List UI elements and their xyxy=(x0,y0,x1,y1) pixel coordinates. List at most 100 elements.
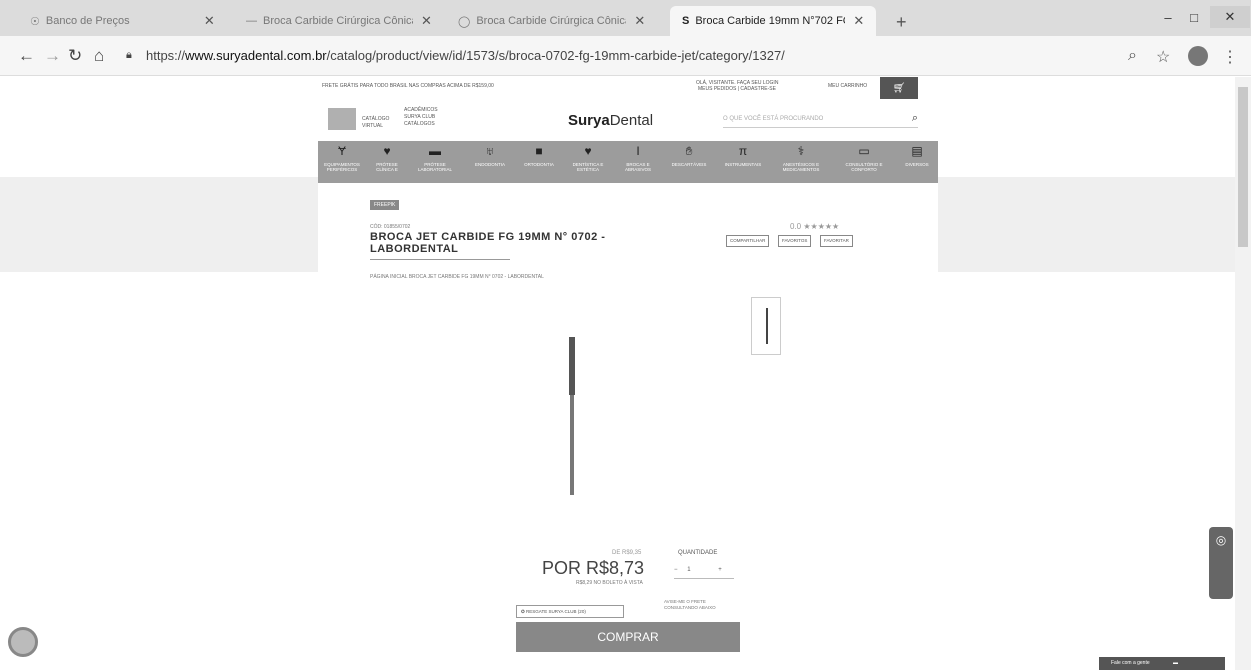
surya-club-button[interactable]: ✪ RESGATE SURYA CLUB (20) xyxy=(516,605,624,618)
tab-title: Broca Carbide Cirúrgica Cônica xyxy=(263,15,413,27)
menu-item-protese-clinica[interactable]: ♥ PRÓTESE CLÍNICA E xyxy=(370,145,404,181)
close-icon[interactable]: ✕ xyxy=(853,13,864,29)
search-icon[interactable]: ⌕ xyxy=(912,112,918,125)
menu-item-label: ANESTÉSICOS E MEDICAMENTOS xyxy=(782,162,820,172)
menu-item-instrumentais[interactable]: π INSTRUMENTAIS xyxy=(718,145,768,181)
menu-item-endodontia[interactable]: ♅ ENDODONTIA xyxy=(468,145,512,181)
chat-label: Fale com a gente xyxy=(1111,660,1150,666)
url-field[interactable]: https://www.suryadental.com.br/catalog/p… xyxy=(146,48,785,63)
menu-item-protese-laboratorial[interactable]: ▬ PRÓTESE LABORATORIAL xyxy=(410,145,460,181)
product-title: BROCA JET CARBIDE FG 19MM N° 0702 - LABO… xyxy=(370,231,606,255)
zoom-icon[interactable]: ⌕ xyxy=(1128,47,1137,65)
tab-broca-carbide-active[interactable]: S Broca Carbide 19mm N°702 FG ✕ xyxy=(670,6,877,36)
catalogs-link[interactable]: CATÁLOGOS xyxy=(404,121,435,127)
share-button[interactable]: COMPARTILHAR xyxy=(726,235,770,247)
menu-item-diversos[interactable]: ▤ DIVERSOS xyxy=(898,145,936,181)
chat-widget[interactable]: Fale com a gente ▬ xyxy=(1099,657,1225,670)
product-thumbnail[interactable] xyxy=(751,297,781,355)
site-logo[interactable]: SuryaDental xyxy=(568,112,653,129)
back-icon[interactable]: ← xyxy=(18,46,35,66)
close-icon[interactable]: ✕ xyxy=(421,13,432,29)
menu-item-equipamentos[interactable]: Ɏ EQUIPAMENTOS PERIFÉRICOS xyxy=(320,145,364,181)
buy-button[interactable]: COMPRAR xyxy=(516,622,740,652)
cart-icon: 🛒︎ xyxy=(892,82,906,94)
rating-label: 0.0 xyxy=(790,222,802,231)
menu-item-label: PRÓTESE LABORATORIAL xyxy=(417,162,453,172)
menu-item-descartaveis[interactable]: ✋︎ DESCARTÁVEIS xyxy=(666,145,712,181)
minimize-button[interactable]: ‒ xyxy=(1158,6,1178,28)
scrollbar-thumb[interactable] xyxy=(1238,87,1248,247)
catalog-label[interactable]: CATÁLOGO VIRTUAL xyxy=(362,116,389,130)
menu-item-label: EQUIPAMENTOS PERIFÉRICOS xyxy=(324,162,360,172)
catalog-thumbnail[interactable] xyxy=(328,108,356,130)
browser-tab-strip: ☉ Banco de Preços ✕ — Broca Carbide Cirú… xyxy=(0,0,1251,36)
syringe-icon: ⚕ xyxy=(797,144,805,158)
braces-icon: ■ xyxy=(535,144,543,158)
quantity-value: 1 xyxy=(687,567,691,573)
page-scrollbar[interactable] xyxy=(1235,77,1251,670)
plus-icon[interactable]: + xyxy=(718,567,722,573)
wishlist-button[interactable]: FAVORITOS xyxy=(778,235,812,247)
minus-icon[interactable]: − xyxy=(674,567,678,573)
tab-title: Broca Carbide Cirúrgica Cônica xyxy=(476,15,627,27)
menu-item-label: DENTÍSTICA E ESTÉTICA xyxy=(572,162,604,172)
site-topbar: FRETE GRÁTIS PARA TODO BRASIL NAS COMPRA… xyxy=(318,77,938,95)
new-tab-button[interactable]: + xyxy=(896,12,907,33)
menu-item-anestesicos[interactable]: ⚕ ANESTÉSICOS E MEDICAMENTOS xyxy=(774,145,828,181)
maximize-button[interactable]: □ xyxy=(1184,6,1204,28)
logo-rest: Dental xyxy=(609,112,654,129)
orders-link[interactable]: MEUS PEDIDOS | CADASTRE-SE xyxy=(698,86,776,92)
rating-stars[interactable]: 0.0 ★★★★★ xyxy=(790,222,839,231)
catalog-line1: CATÁLOGO xyxy=(362,116,390,122)
star-icon[interactable]: ☆ xyxy=(1156,47,1170,67)
close-icon[interactable]: ✕ xyxy=(204,13,215,29)
bur-shank xyxy=(570,395,574,495)
star-icon: ✪ xyxy=(521,609,525,614)
address-bar: ← → ↻ ⌂ 🔒︎ https://www.suryadental.com.b… xyxy=(0,36,1251,76)
thumbnail-image xyxy=(766,308,768,344)
security-seal[interactable] xyxy=(8,627,38,657)
reload-icon[interactable]: ↻ xyxy=(68,46,82,66)
site-icon: S xyxy=(682,15,690,27)
url-path: /catalog/product/view/id/1573/s/broca-07… xyxy=(326,48,785,63)
menu-item-label: BROCAS E ABRASIVOS xyxy=(624,162,651,172)
quantity-stepper[interactable]: − 1 + xyxy=(674,567,734,579)
menu-item-consultorio[interactable]: ▭ CONSULTÓRIO E CONFORTO xyxy=(836,145,892,181)
tab-broca-cirurgica-1[interactable]: — Broca Carbide Cirúrgica Cônica ✕ xyxy=(234,6,444,36)
product-sku: CÓD: 01855/0702 xyxy=(370,224,411,230)
shipping-notice: FRETE GRÁTIS PARA TODO BRASIL NAS COMPRA… xyxy=(322,83,494,89)
account-link[interactable]: MEU CARRINHO xyxy=(828,83,867,89)
window-close-button[interactable]: ✕ xyxy=(1210,6,1250,28)
forward-icon[interactable]: → xyxy=(44,46,61,66)
tab-broca-cirurgica-2[interactable]: ◯ Broca Carbide Cirúrgica Cônica ✕ xyxy=(446,6,657,36)
page-viewport: FRETE GRÁTIS PARA TODO BRASIL NAS COMPRA… xyxy=(0,77,1251,670)
url-host: www.suryadental.com.br xyxy=(185,48,327,63)
bur-icon: I xyxy=(636,144,640,158)
club-link[interactable]: SURYA CLUB xyxy=(404,114,435,120)
breadcrumb[interactable]: PÁGINA INICIAL BROCA JET CARBIDE FG 19MM… xyxy=(370,274,544,280)
old-price: DE R$9,35 xyxy=(612,550,642,556)
search-input[interactable]: O QUE VOCÊ ESTÁ PROCURANDO ⌕ xyxy=(723,112,918,128)
profile-avatar[interactable] xyxy=(1188,46,1208,66)
tab-banco-precos[interactable]: ☉ Banco de Preços ✕ xyxy=(18,6,227,36)
menu-item-dentistica[interactable]: ♥ DENTÍSTICA E ESTÉTICA xyxy=(566,145,610,181)
glove-icon: ✋︎ xyxy=(685,144,693,158)
boleto-price: R$8,29 NO BOLETO À VISTA xyxy=(576,580,643,586)
menu-item-label: INSTRUMENTAIS xyxy=(724,162,762,167)
cart-button[interactable]: 🛒︎ xyxy=(880,77,918,99)
url-scheme: https:// xyxy=(146,48,186,63)
favorite-button[interactable]: FAVORITAR xyxy=(820,235,853,247)
product-image[interactable] xyxy=(566,337,578,495)
close-icon[interactable]: ✕ xyxy=(634,13,645,29)
menu-dots-icon[interactable]: ⋮ xyxy=(1222,47,1238,67)
accessibility-widget[interactable]: ◎ xyxy=(1209,527,1233,599)
academic-link[interactable]: ACADÊMICOS xyxy=(404,107,438,113)
home-icon[interactable]: ⌂ xyxy=(94,46,104,66)
tooth-icon: ♥ xyxy=(383,144,391,158)
menu-item-brocas[interactable]: I BROCAS E ABRASIVOS xyxy=(616,145,660,181)
menu-item-ortodontia[interactable]: ■ ORTODONTIA xyxy=(518,145,560,181)
search-placeholder: O QUE VOCÊ ESTÁ PROCURANDO xyxy=(723,116,824,122)
search-icon: ◯ xyxy=(458,15,471,28)
menu-item-label: ENDODONTIA xyxy=(474,162,505,167)
instrument-icon: π xyxy=(738,144,748,158)
